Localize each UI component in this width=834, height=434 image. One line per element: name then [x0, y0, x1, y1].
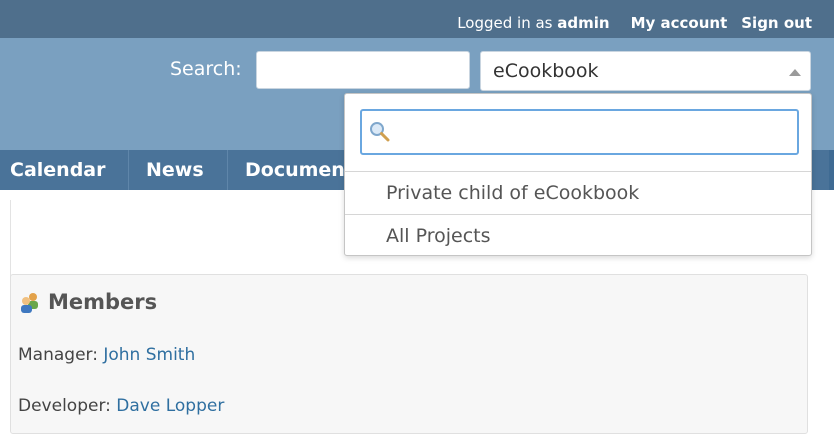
search-label: Search: — [170, 58, 242, 80]
project-jump-select[interactable]: eCookbook — [480, 51, 811, 91]
username-link[interactable]: admin — [557, 14, 609, 32]
project-filter-input[interactable] — [392, 117, 796, 149]
project-dropdown: Private child of eCookbook All Projects — [344, 93, 812, 256]
logged-in-text: Logged in as admin — [457, 14, 609, 32]
project-filter-field[interactable] — [360, 109, 799, 155]
search-magnifier-icon — [370, 122, 390, 142]
sign-out-link[interactable]: Sign out — [741, 14, 812, 32]
project-option-private-child[interactable]: Private child of eCookbook — [345, 171, 811, 213]
account-menu: Logged in as admin My account Sign out — [457, 14, 812, 32]
member-row: Manager: John Smith — [18, 345, 195, 365]
member-name-link[interactable]: Dave Lopper — [116, 396, 224, 416]
select-caret-icon — [789, 69, 801, 76]
tab-news[interactable]: News — [129, 150, 227, 190]
member-role: Manager: — [18, 345, 98, 365]
tab-calendar[interactable]: Calendar — [0, 150, 128, 190]
members-heading: Members — [18, 290, 157, 314]
selected-project: eCookbook — [493, 60, 599, 82]
member-row: Developer: Dave Lopper — [18, 396, 224, 416]
logged-in-prefix: Logged in as — [457, 14, 553, 32]
member-name-link[interactable]: John Smith — [103, 345, 195, 365]
top-bar: Logged in as admin My account Sign out — [0, 0, 834, 38]
my-account-link[interactable]: My account — [631, 14, 728, 32]
members-icon — [21, 293, 38, 313]
members-title: Members — [48, 290, 158, 314]
tab-documents[interactable]: Documents — [228, 150, 358, 190]
search-input[interactable] — [256, 51, 470, 89]
project-option-all-projects[interactable]: All Projects — [345, 214, 811, 256]
member-role: Developer: — [18, 396, 111, 416]
